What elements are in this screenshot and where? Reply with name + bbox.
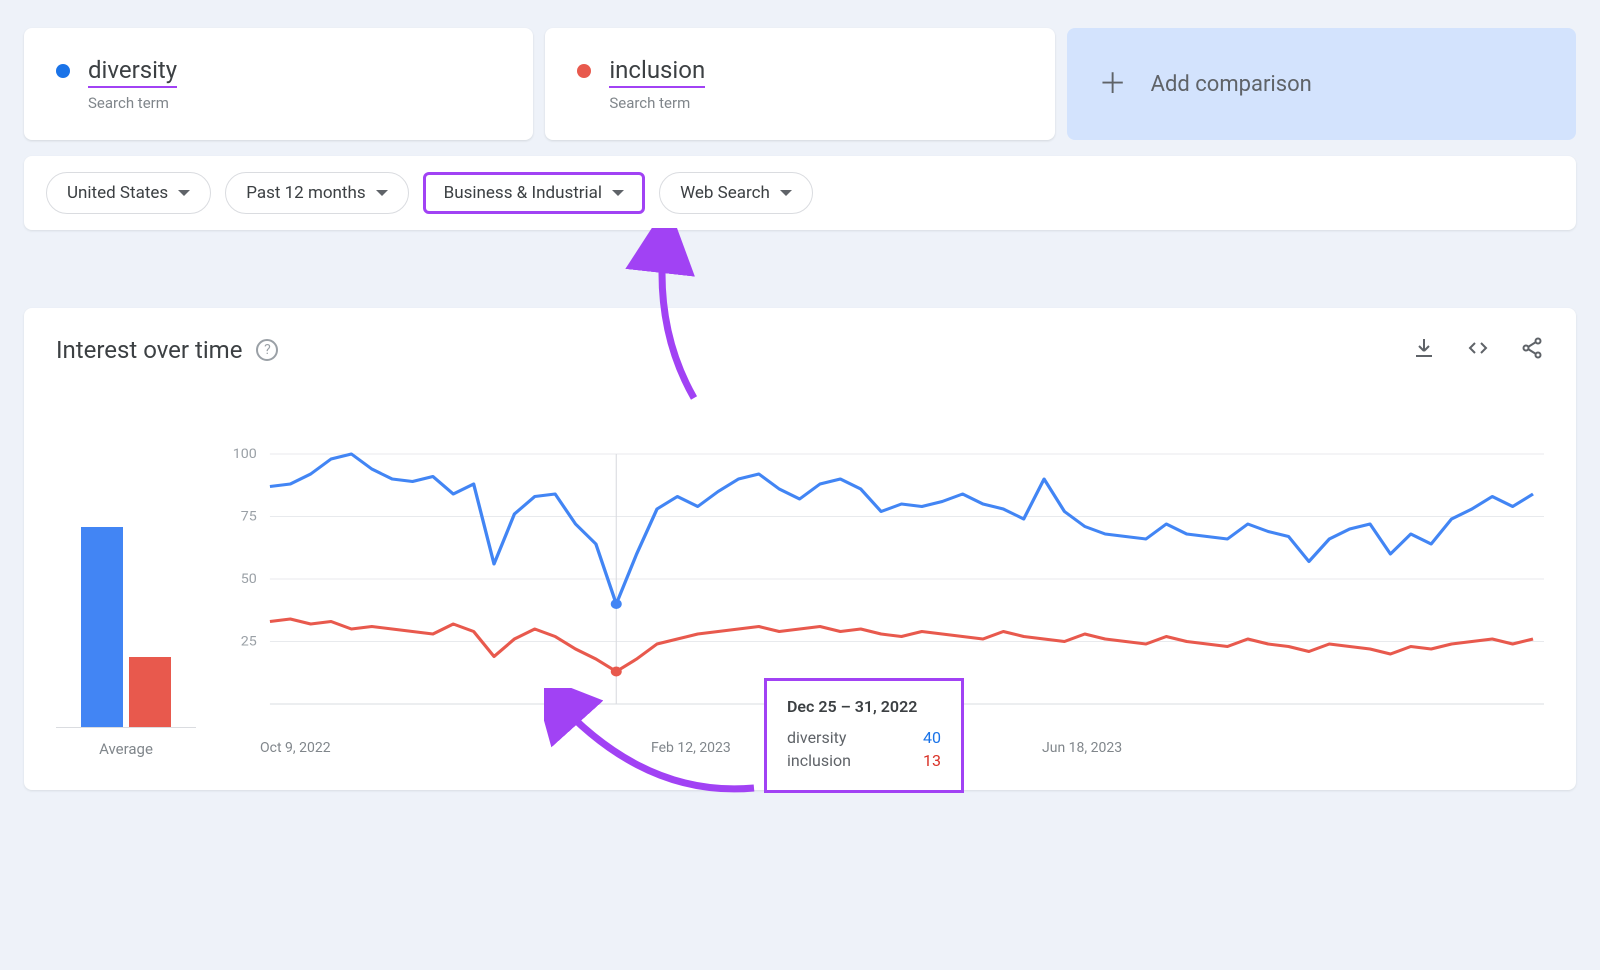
comparison-row: diversity Search term inclusion Search t… xyxy=(24,28,1576,140)
filter-category-label: Business & Industrial xyxy=(444,183,602,203)
x-axis-tick: Oct 9, 2022 xyxy=(260,740,331,756)
svg-text:50: 50 xyxy=(241,572,257,587)
tooltip-series-value: 13 xyxy=(923,751,941,770)
embed-icon[interactable] xyxy=(1466,336,1490,364)
help-icon[interactable]: ? xyxy=(256,339,278,361)
filter-bar: United States Past 12 months Business & … xyxy=(24,156,1576,230)
panel-actions xyxy=(1412,336,1544,364)
add-comparison-button[interactable]: ＋ Add comparison xyxy=(1067,28,1576,140)
average-label: Average xyxy=(56,740,196,758)
filter-timeframe[interactable]: Past 12 months xyxy=(225,172,408,214)
term-card-inclusion[interactable]: inclusion Search term xyxy=(545,28,1054,140)
annotation-arrow-icon xyxy=(614,228,734,408)
average-block: Average xyxy=(56,528,196,758)
series-dot-red xyxy=(577,64,591,78)
term-label: diversity xyxy=(88,56,177,88)
add-comparison-label: Add comparison xyxy=(1151,72,1312,97)
term-subtitle: Search term xyxy=(609,94,705,112)
filter-search-type[interactable]: Web Search xyxy=(659,172,813,214)
panel-title: Interest over time xyxy=(56,336,242,364)
term-card-diversity[interactable]: diversity Search term xyxy=(24,28,533,140)
x-axis-tick: Feb 12, 2023 xyxy=(651,740,731,756)
chart-panel: Interest over time ? Average 100 75 50 25 xyxy=(24,308,1576,790)
term-subtitle: Search term xyxy=(88,94,177,112)
filter-region-label: United States xyxy=(67,183,168,203)
filter-region[interactable]: United States xyxy=(46,172,211,214)
x-axis-tick: Jun 18, 2023 xyxy=(1042,740,1122,756)
chevron-down-icon xyxy=(376,190,388,196)
avg-bar-inclusion xyxy=(129,657,171,727)
filter-timeframe-label: Past 12 months xyxy=(246,183,365,203)
term-label: inclusion xyxy=(609,56,705,88)
chevron-down-icon xyxy=(178,190,190,196)
share-icon[interactable] xyxy=(1520,336,1544,364)
svg-text:25: 25 xyxy=(241,634,257,649)
chart-tooltip: Dec 25 – 31, 2022 diversity 40 inclusion… xyxy=(764,678,964,793)
svg-text:75: 75 xyxy=(241,509,257,524)
chevron-down-icon xyxy=(780,190,792,196)
tooltip-series-label: inclusion xyxy=(787,751,851,770)
tooltip-series-value: 40 xyxy=(923,728,941,747)
chevron-down-icon xyxy=(612,190,624,196)
tooltip-series-label: diversity xyxy=(787,728,846,747)
avg-bar-diversity xyxy=(81,527,123,727)
download-icon[interactable] xyxy=(1412,336,1436,364)
tooltip-date: Dec 25 – 31, 2022 xyxy=(787,697,941,716)
svg-text:100: 100 xyxy=(233,447,257,462)
filter-category[interactable]: Business & Industrial xyxy=(423,172,645,214)
series-dot-blue xyxy=(56,64,70,78)
plus-icon: ＋ xyxy=(1099,70,1127,98)
filter-search-type-label: Web Search xyxy=(680,183,770,203)
